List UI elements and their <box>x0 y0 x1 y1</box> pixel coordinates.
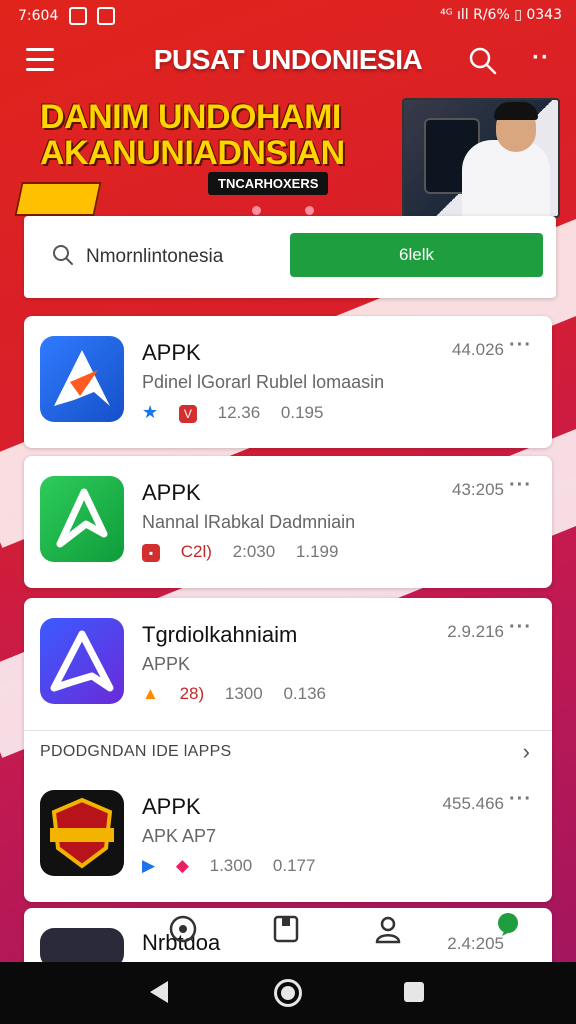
status-right: ⁴ᴳ ıll R/6% ▯ 0343 <box>440 7 562 23</box>
app-meta-value: 0.136 <box>283 684 326 703</box>
section-header[interactable]: PDODGNDAN IDE lAPPS › <box>24 730 552 771</box>
app-meta-value: 12.36 <box>217 403 261 422</box>
app-card[interactable]: Tgrdiolkahniaim APPK ▲ 28) 1300 0.136 2.… <box>24 598 552 902</box>
list-item[interactable]: Tgrdiolkahniaim APPK ▲ 28) 1300 0.136 2.… <box>24 598 552 728</box>
chat-icon[interactable] <box>494 910 522 938</box>
app-subtitle: APPK <box>142 654 191 674</box>
app-badge: 28) <box>179 684 205 703</box>
app-icon <box>40 336 124 422</box>
home-icon[interactable] <box>274 979 302 1007</box>
app-meta-value: 2:030 <box>232 542 276 561</box>
more-horiz-icon[interactable]: ··· <box>509 616 532 639</box>
search-button[interactable]: 6lelk <box>290 233 543 277</box>
app-meta-value: 1300 <box>224 684 263 703</box>
app-icon <box>40 476 124 562</box>
banner-logo <box>14 182 102 216</box>
search-input[interactable] <box>84 238 298 276</box>
badge-icon: V <box>178 404 197 423</box>
banner-image <box>402 98 560 218</box>
app-size: 2.9.216 <box>447 622 504 641</box>
status-time: 7:604 <box>18 8 59 24</box>
list-item[interactable]: APPK Nannal lRabkal Dadmniain ▪ C2l) 2:0… <box>24 456 552 586</box>
app-icon <box>40 790 124 876</box>
app-meta-value: 0.195 <box>280 403 324 422</box>
banner-headline: AKANUNIADNSIAN <box>40 134 345 172</box>
back-icon[interactable] <box>150 981 168 1003</box>
app-subtitle: APK AP7 <box>142 826 217 846</box>
app-card[interactable]: APPK Nannal lRabkal Dadmniain ▪ C2l) 2:0… <box>24 456 552 588</box>
app-meta: ★ V 12.36 0.195 <box>142 402 339 423</box>
app-subtitle: Pdinel lGorarl Rublel lomaasin <box>142 372 385 392</box>
app-meta-value: 1.199 <box>295 542 339 561</box>
bottom-navigation <box>0 904 576 962</box>
library-icon[interactable] <box>272 914 300 944</box>
search-icon[interactable] <box>468 46 498 76</box>
app-meta: ▪ C2l) 2:030 1.199 <box>142 542 354 562</box>
app-name: APPK <box>142 480 201 505</box>
banner-headline: DANIM UNDOHAMI <box>40 98 341 136</box>
app-badge: C2l) <box>180 542 212 561</box>
tag-icon: ◆ <box>175 856 189 875</box>
app-size: 455.466 <box>442 794 504 813</box>
app-bar: PUSAT UNDONIESIA ·· <box>0 36 576 84</box>
more-horiz-icon[interactable]: ··· <box>509 334 532 357</box>
status-bar: 7:604 ⁴ᴳ ıll R/6% ▯ 0343 <box>0 0 576 32</box>
notification-icon <box>68 7 87 25</box>
promo-banner[interactable]: DANIM UNDOHAMI AKANUNIADNSIAN TNCARHOXER… <box>0 90 576 220</box>
section-title: PDODGNDAN IDE lAPPS <box>40 743 232 760</box>
star-icon: ★ <box>142 402 159 422</box>
app-name: APPK <box>142 794 201 819</box>
more-horiz-icon[interactable]: ··· <box>509 788 532 811</box>
triangle-icon: ▲ <box>142 684 159 703</box>
person-hair <box>494 102 538 120</box>
profile-icon[interactable] <box>374 914 402 944</box>
app-size: 44.026 <box>452 340 504 359</box>
more-vert-icon[interactable]: ·· <box>532 44 550 72</box>
app-meta-value: 0.177 <box>272 856 316 875</box>
badge-icon: ▪ <box>142 543 160 562</box>
search-icon <box>53 245 73 265</box>
app-name: Tgrdiolkahniaim <box>142 622 298 647</box>
app-icon <box>40 618 124 704</box>
app-meta: ▲ 28) 1300 0.136 <box>142 684 342 704</box>
more-horiz-icon[interactable]: ··· <box>509 474 532 497</box>
app-meta: ▶ ◆ 1.300 0.177 <box>142 856 331 876</box>
play-icon: ▶ <box>142 856 156 875</box>
list-item[interactable]: APPK Pdinel lGorarl Rublel lomaasin ★ V … <box>24 316 552 446</box>
recent-apps-icon[interactable] <box>404 982 424 1002</box>
app-meta-value: 1.300 <box>209 856 253 875</box>
app-size: 43:205 <box>452 480 504 499</box>
app-card[interactable]: APPK Pdinel lGorarl Rublel lomaasin ★ V … <box>24 316 552 448</box>
search-card: 6lelk <box>24 216 556 298</box>
system-navigation-bar <box>0 962 576 1024</box>
notification-icon <box>97 7 116 25</box>
list-item[interactable]: APPK APK AP7 ▶ ◆ 1.300 0.177 455.466 ··· <box>24 770 552 900</box>
person-image <box>462 140 550 216</box>
chevron-right-icon[interactable]: › <box>523 739 530 765</box>
app-subtitle: Nannal lRabkal Dadmniain <box>142 512 356 532</box>
discover-icon[interactable] <box>168 914 198 944</box>
app-name: APPK <box>142 340 201 365</box>
banner-tag: TNCARHOXERS <box>208 172 329 195</box>
